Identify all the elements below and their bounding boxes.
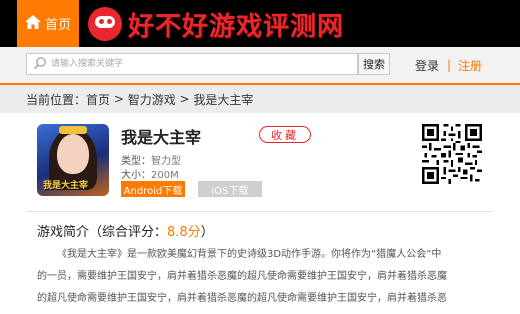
search-input[interactable] bbox=[47, 54, 353, 74]
site-name: 好不好游戏评测网 bbox=[128, 11, 345, 42]
intro-title: 游戏简介 bbox=[37, 225, 90, 240]
home-icon bbox=[24, 14, 41, 33]
game-size-value: 200M bbox=[151, 170, 179, 181]
intro-line: 的一员，需要维护王国安宁，肩并着猎杀恶魔的超凡使命需要维护王国安宁，肩并着猎杀恶… bbox=[37, 271, 447, 282]
game-title: 我是大主宰 bbox=[121, 128, 202, 147]
intro-heading: 游戏简介（综合评分：8.8分） bbox=[37, 221, 214, 240]
breadcrumb: 当前位置： 首页 > 智力游戏 > 我是大主宰 bbox=[0, 85, 520, 113]
register-link[interactable]: 注册 bbox=[458, 57, 482, 74]
game-size-key: 大小： bbox=[121, 170, 151, 181]
intro-text: 《我是大主宰》是一款欧美魔幻背景下的史诗级3D动作手游。你将作为“猎魔人公会”中… bbox=[37, 244, 473, 310]
logo-mark-icon bbox=[88, 7, 122, 41]
score-prefix: （综合评分： bbox=[89, 225, 168, 240]
breadcrumb-separator: > bbox=[175, 92, 194, 106]
android-download-button[interactable]: Android下载 bbox=[121, 181, 185, 197]
breadcrumb-category[interactable]: 智力游戏 bbox=[128, 91, 176, 108]
game-type: 类型：智力型 bbox=[121, 152, 181, 167]
search-box bbox=[26, 53, 358, 75]
top-header: 首页 好不好游戏评测网 bbox=[0, 0, 520, 47]
ios-download-button[interactable]: iOS下载 bbox=[198, 181, 262, 197]
breadcrumb-prefix: 当前位置： bbox=[26, 92, 87, 107]
home-label: 首页 bbox=[44, 18, 71, 33]
search-bar: 搜索 登录 | 注册 bbox=[0, 47, 520, 85]
game-icon-image[interactable]: 我是大主宰 bbox=[37, 124, 109, 196]
home-button[interactable]: 首页 bbox=[17, 0, 79, 47]
login-link[interactable]: 登录 bbox=[415, 57, 439, 74]
breadcrumb-current: 我是大主宰 bbox=[193, 92, 254, 107]
qr-code-icon bbox=[422, 124, 482, 184]
section-divider bbox=[26, 211, 492, 212]
account-divider: | bbox=[447, 58, 452, 72]
score-value: 8.8分 bbox=[167, 225, 201, 240]
favorite-button[interactable]: 收藏 bbox=[259, 126, 311, 143]
game-size: 大小：200M bbox=[121, 166, 179, 181]
game-icon-text: 我是大主宰 bbox=[43, 181, 89, 191]
search-icon bbox=[27, 55, 47, 74]
intro-line: 《我是大主宰》是一款欧美魔幻背景下的史诗级3D动作手游。你将作为“猎魔人公会”中 bbox=[57, 249, 442, 260]
intro-line: 的超凡使命需要维护王国安宁，肩并着猎杀恶魔的超凡使命需要维护王国安宁，肩并着猎杀… bbox=[37, 293, 447, 304]
search-button[interactable]: 搜索 bbox=[358, 53, 390, 75]
breadcrumb-separator: > bbox=[110, 92, 128, 106]
breadcrumb-home[interactable]: 首页 bbox=[86, 91, 110, 108]
site-logo[interactable]: 好不好游戏评测网 bbox=[88, 6, 344, 42]
score-suffix: ） bbox=[200, 225, 214, 240]
